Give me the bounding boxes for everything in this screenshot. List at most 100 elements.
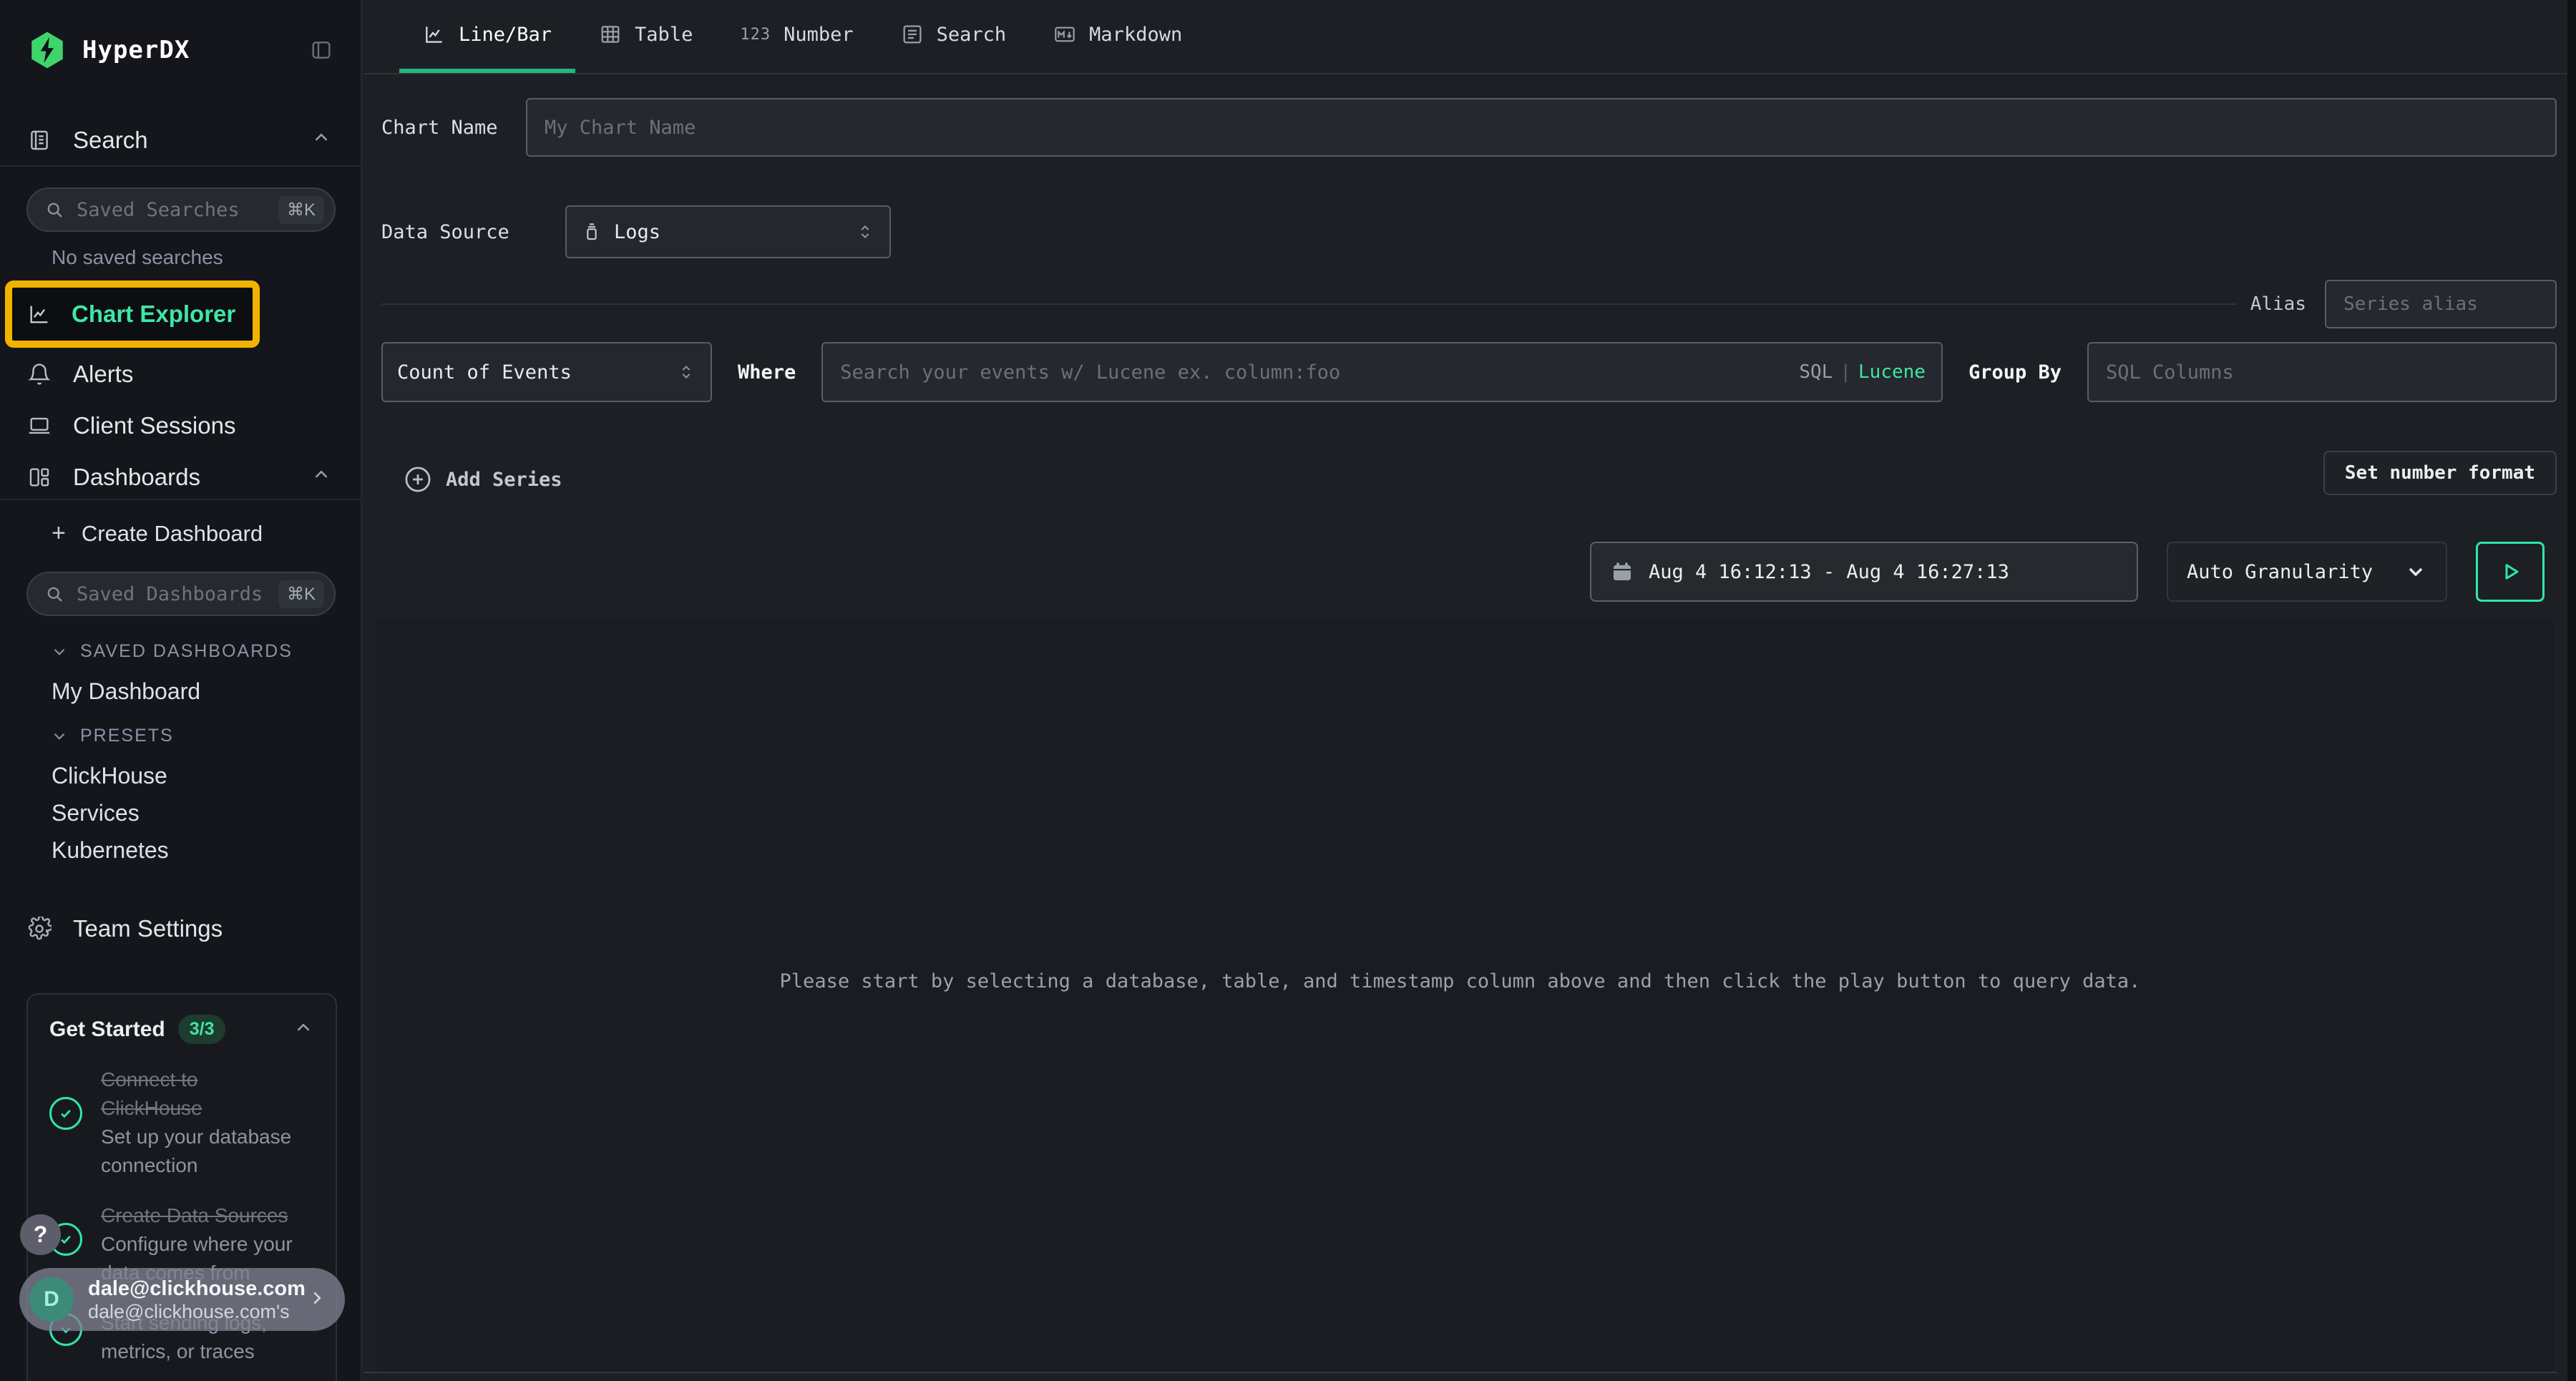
user-menu[interactable]: D dale@clickhouse.com dale@clickhouse.co…	[19, 1268, 345, 1331]
data-source-row: Data Source Logs	[381, 205, 891, 258]
chevron-up-icon[interactable]	[311, 464, 332, 491]
group-by-input[interactable]	[2087, 342, 2557, 402]
sql-toggle[interactable]: SQL	[1799, 361, 1833, 383]
data-source-label: Data Source	[381, 221, 565, 243]
add-series-button[interactable]: Add Series	[403, 461, 562, 498]
sidebar-item-preset-kubernetes[interactable]: Kubernetes	[52, 837, 169, 864]
plus-circle-icon	[403, 464, 433, 494]
tab-search[interactable]: Search	[877, 0, 1030, 73]
language-separator: |	[1833, 361, 1858, 383]
shortcut-badge: ⌘K	[278, 196, 324, 224]
bell-icon	[27, 362, 52, 386]
calendar-icon	[1610, 560, 1634, 584]
team-settings-label: Team Settings	[73, 915, 223, 942]
tab-table[interactable]: Table	[575, 0, 716, 73]
sidebar-item-preset-clickhouse[interactable]: ClickHouse	[52, 763, 167, 789]
scrollbar[interactable]	[2567, 0, 2576, 1381]
saved-searches-search[interactable]: ⌘K	[26, 187, 336, 232]
client-sessions-label: Client Sessions	[73, 412, 235, 439]
line-chart-icon	[423, 23, 446, 46]
sidebar-header: HyperDX	[26, 29, 333, 72]
presets-header[interactable]: PRESETS	[50, 726, 174, 746]
time-range-picker[interactable]: Aug 4 16:12:13 - Aug 4 16:27:13	[1590, 542, 2138, 602]
no-saved-searches-text: No saved searches	[52, 246, 223, 269]
alias-input[interactable]	[2325, 280, 2557, 328]
sidebar-section-search[interactable]: Search	[0, 116, 361, 165]
database-icon	[581, 221, 602, 243]
chevron-up-icon[interactable]	[293, 1017, 314, 1042]
get-started-title: Get Started	[49, 1018, 165, 1042]
search-section-icon	[27, 128, 52, 152]
saved-dashboards-header[interactable]: SAVED DASHBOARDS	[50, 641, 293, 662]
main-content: Line/Bar Table 123 Number	[364, 0, 2576, 1381]
search-icon	[44, 199, 65, 220]
saved-dashboards-input[interactable]	[77, 583, 267, 605]
query-row: Count of Events Where SQL|Lucene Group B…	[381, 342, 2557, 402]
set-number-format-button[interactable]: Set number format	[2323, 451, 2557, 495]
saved-dashboards-search[interactable]: ⌘K	[26, 572, 336, 616]
chart-name-label: Chart Name	[381, 117, 526, 139]
run-query-button[interactable]	[2476, 542, 2545, 602]
user-email: dale@clickhouse.com	[88, 1277, 292, 1301]
aggregation-select[interactable]: Count of Events	[381, 342, 712, 402]
search-icon	[44, 583, 65, 605]
chart-name-input[interactable]	[526, 98, 2557, 157]
chevron-up-icon[interactable]	[311, 127, 332, 154]
saved-searches-input[interactable]	[77, 199, 267, 221]
sidebar-item-dashboards[interactable]: Dashboards	[0, 459, 361, 496]
sidebar-item-chart-explorer[interactable]: Chart Explorer	[5, 280, 260, 348]
group-by-label: Group By	[1968, 361, 2062, 384]
list-icon	[901, 23, 924, 46]
dashboards-label: Dashboards	[73, 464, 200, 491]
data-source-select[interactable]: Logs	[565, 205, 891, 258]
hyperdx-app: HyperDX Search	[0, 0, 2576, 1381]
tab-line-bar[interactable]: Line/Bar	[399, 0, 575, 73]
avatar: D	[29, 1277, 74, 1322]
create-dashboard-button[interactable]: + Create Dashboard	[52, 519, 263, 547]
gear-icon	[27, 917, 52, 941]
get-started-header[interactable]: Get Started 3/3	[49, 1015, 314, 1044]
sidebar-item-team-settings[interactable]: Team Settings	[0, 910, 361, 947]
chart-name-row: Chart Name	[381, 98, 2557, 157]
lucene-toggle[interactable]: Lucene	[1858, 361, 1926, 383]
alias-row: Alias	[2250, 280, 2557, 328]
sidebar-item-my-dashboard[interactable]: My Dashboard	[52, 678, 200, 705]
tab-number[interactable]: 123 Number	[716, 0, 877, 73]
where-label: Where	[738, 361, 796, 384]
where-input[interactable]	[821, 342, 1943, 402]
dashboards-icon	[27, 465, 52, 489]
gs-item-title: Connect to ClickHouse	[101, 1068, 203, 1119]
granularity-value: Auto Granularity	[2187, 561, 2373, 583]
sidebar-item-alerts[interactable]: Alerts	[0, 356, 361, 393]
gs-item-title: Create Data Sources	[101, 1204, 288, 1226]
bottom-divider	[364, 1372, 2557, 1373]
create-dashboard-label: Create Dashboard	[82, 521, 263, 547]
gs-item-subtitle: Set up your database connection	[101, 1126, 291, 1176]
laptop-icon	[27, 414, 52, 438]
markdown-icon	[1053, 23, 1076, 46]
sidebar-item-client-sessions[interactable]: Client Sessions	[0, 407, 361, 444]
sidebar-divider	[0, 499, 361, 500]
chevron-down-icon	[50, 727, 69, 746]
granularity-select[interactable]: Auto Granularity	[2167, 542, 2447, 602]
check-circle-icon	[49, 1097, 82, 1130]
tab-markdown[interactable]: Markdown	[1030, 0, 1206, 73]
time-range-value: Aug 4 16:12:13 - Aug 4 16:27:13	[1649, 561, 2009, 583]
sidebar-item-preset-services[interactable]: Services	[52, 800, 140, 826]
sidebar-collapse-icon[interactable]	[309, 39, 333, 62]
chart-placeholder-panel	[376, 618, 2555, 1372]
chevron-down-icon	[2404, 560, 2427, 583]
get-started-item-connect[interactable]: Connect to ClickHouse Set up your databa…	[49, 1065, 314, 1180]
alerts-label: Alerts	[73, 361, 133, 388]
line-chart-icon	[27, 302, 52, 326]
table-icon	[599, 23, 622, 46]
help-button[interactable]: ?	[20, 1214, 61, 1255]
aggregation-value: Count of Events	[397, 361, 572, 384]
chart-explorer-label: Chart Explorer	[72, 301, 235, 328]
query-language-toggle[interactable]: SQL|Lucene	[1799, 361, 1926, 383]
plus-icon: +	[52, 519, 66, 547]
sidebar: HyperDX Search	[0, 0, 362, 1381]
series-divider	[381, 303, 2236, 305]
time-controls: Aug 4 16:12:13 - Aug 4 16:27:13 Auto Gra…	[1590, 542, 2545, 602]
sidebar-divider	[0, 165, 361, 167]
